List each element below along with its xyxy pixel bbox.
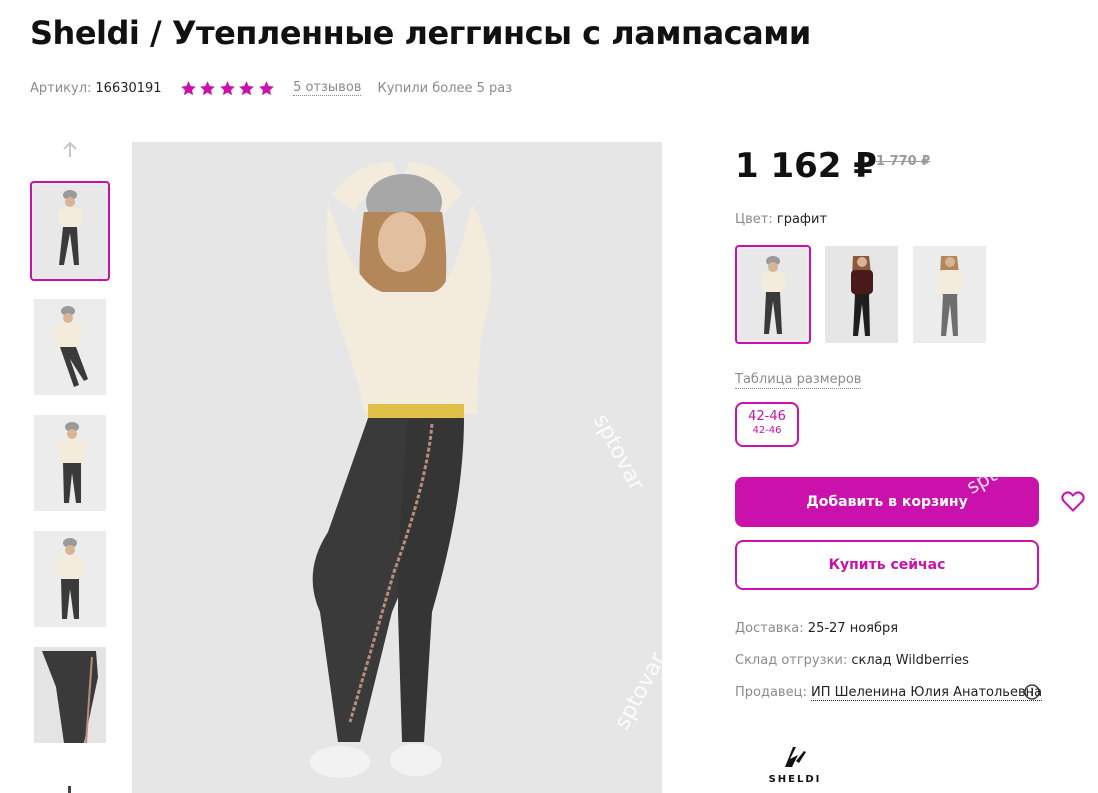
color-value: графит xyxy=(776,212,828,227)
bought-count: Купили более 5 раз xyxy=(377,80,513,96)
add-to-cart-button[interactable]: Добавить в корзину xyxy=(735,477,1039,527)
main-photo-image xyxy=(132,142,662,793)
thumbnail-1[interactable] xyxy=(30,181,110,281)
color-swatch-grey[interactable] xyxy=(913,246,986,343)
thumbnail-image xyxy=(34,299,106,395)
star-icon xyxy=(219,80,235,95)
brand-mark-icon xyxy=(785,747,806,767)
seller-link[interactable]: ИП Шеленина Юлия Анатольевна xyxy=(810,685,1043,701)
size-option-42-46[interactable]: 42-46 42-46 xyxy=(735,402,799,447)
color-swatch-black[interactable] xyxy=(825,246,898,343)
current-price: 1 162 ₽ xyxy=(735,146,877,186)
old-price: 1 770 ₽ xyxy=(876,154,931,169)
thumbnail-3[interactable] xyxy=(34,415,106,511)
color-swatch-grafit[interactable] xyxy=(735,245,811,344)
delivery-label: Доставка: xyxy=(735,621,804,636)
star-icon xyxy=(180,80,196,95)
brand-logo[interactable]: SHELDI xyxy=(765,745,825,791)
swatch-image xyxy=(825,246,898,343)
seller-label: Продавец: xyxy=(735,685,807,700)
arrow-up-icon[interactable] xyxy=(60,140,80,160)
star-icon xyxy=(200,80,215,95)
swatch-image xyxy=(913,246,986,343)
swatch-image xyxy=(739,249,807,340)
reviews-link[interactable]: 5 отзывов xyxy=(293,80,362,96)
info-icon[interactable] xyxy=(1024,684,1040,700)
star-icon xyxy=(258,80,274,95)
thumbnail-image xyxy=(34,185,106,277)
product-title: Sheldi / Утепленные леггинсы с лампасами xyxy=(30,14,811,52)
thumbnail-4[interactable] xyxy=(34,531,106,627)
brand-name: SHELDI xyxy=(768,774,822,785)
delivery-value: 25-27 ноября xyxy=(807,621,899,636)
rating-stars[interactable] xyxy=(180,80,278,97)
color-label-line: Цвет: графит xyxy=(735,212,827,227)
color-label: Цвет: xyxy=(735,212,773,227)
article-label: Артикул: xyxy=(30,80,92,96)
warehouse-label: Склад отгрузки: xyxy=(735,653,848,668)
product-meta: Артикул: 16630191 5 отзывов Купили более… xyxy=(30,78,512,98)
thumbnail-image xyxy=(34,647,106,743)
warehouse-info: Склад отгрузки: склад Wildberries xyxy=(735,653,969,668)
size-ru-label: 42-46 xyxy=(752,425,782,436)
arrow-down-icon[interactable] xyxy=(68,786,71,793)
heart-icon[interactable] xyxy=(1061,490,1085,512)
article-value: 16630191 xyxy=(95,80,162,96)
size-table-link[interactable]: Таблица размеров xyxy=(735,372,862,389)
star-icon xyxy=(239,80,254,95)
thumbnail-5[interactable] xyxy=(34,647,106,743)
size-label: 42-46 xyxy=(748,409,786,424)
thumbnail-2[interactable] xyxy=(34,299,106,395)
thumbnail-image xyxy=(34,531,106,627)
warehouse-value: склад Wildberries xyxy=(851,653,969,668)
thumbnail-image xyxy=(34,415,106,511)
delivery-info: Доставка: 25-27 ноября xyxy=(735,621,898,636)
main-product-photo[interactable]: sptovar sptovar xyxy=(132,142,662,793)
buy-now-button[interactable]: Купить сейчас xyxy=(735,540,1039,590)
seller-info: Продавец: ИП Шеленина Юлия Анатольевна xyxy=(735,685,1043,701)
